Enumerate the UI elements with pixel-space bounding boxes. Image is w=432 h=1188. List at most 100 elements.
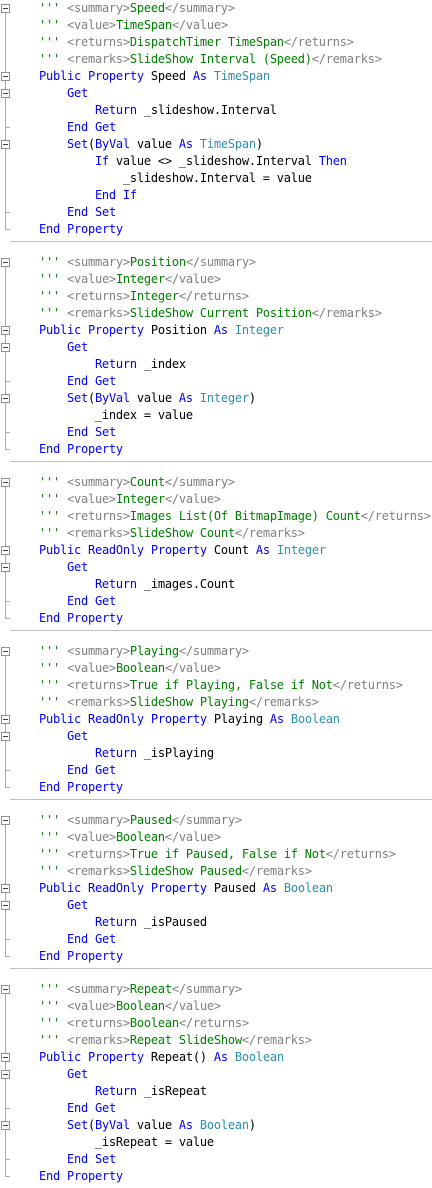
code-line[interactable]: _slideshow.Interval = value xyxy=(0,170,432,187)
doc-comment-line[interactable]: ''' <summary>Paused</summary> xyxy=(0,812,432,829)
doc-comment-line[interactable]: ''' <value>Boolean</value> xyxy=(0,829,432,846)
doc-comment-line[interactable]: ''' <remarks>SlideShow Current Position<… xyxy=(0,305,432,322)
code-text: End Property xyxy=(38,1169,123,1183)
doc-comment-text: ''' <returns>Integer</returns> xyxy=(38,289,249,303)
code-line[interactable]: End Property xyxy=(0,221,432,238)
doc-comment-line[interactable]: ''' <value>Boolean</value> xyxy=(0,998,432,1015)
code-line[interactable]: Return _isPlaying xyxy=(0,745,432,762)
code-line[interactable]: Set(ByVal value As Integer) xyxy=(0,390,432,407)
collapse-toggle-icon[interactable] xyxy=(1,258,10,267)
code-line[interactable]: _index = value xyxy=(0,407,432,424)
collapse-toggle-icon[interactable] xyxy=(1,394,10,403)
code-line[interactable]: Set(ByVal value As Boolean) xyxy=(0,1117,432,1134)
code-line[interactable]: Get xyxy=(0,559,432,576)
doc-comment-text: ''' <remarks>SlideShow Paused</remarks> xyxy=(38,864,312,878)
code-line[interactable]: Get xyxy=(0,897,432,914)
code-line[interactable]: Public Property Repeat() As Boolean xyxy=(0,1049,432,1066)
code-line[interactable]: If value <> _slideshow.Interval Then xyxy=(0,153,432,170)
code-line[interactable]: End Get xyxy=(0,762,432,779)
collapse-toggle-icon[interactable] xyxy=(1,563,10,572)
doc-comment-line[interactable]: ''' <remarks>SlideShow Count</remarks> xyxy=(0,525,432,542)
collapse-toggle-icon[interactable] xyxy=(1,1121,10,1130)
collapse-toggle-icon[interactable] xyxy=(1,884,10,893)
code-line[interactable]: End Set xyxy=(0,204,432,221)
doc-comment-line[interactable]: ''' <value>Integer</value> xyxy=(0,491,432,508)
doc-comment-line[interactable]: ''' <returns>True if Playing, False if N… xyxy=(0,677,432,694)
collapse-toggle-icon[interactable] xyxy=(1,732,10,741)
doc-comment-line[interactable]: ''' <returns>DispatchTimer TimeSpan</ret… xyxy=(0,34,432,51)
code-line[interactable]: Get xyxy=(0,85,432,102)
code-line[interactable]: End Get xyxy=(0,119,432,136)
code-line[interactable]: Return _images.Count xyxy=(0,576,432,593)
code-line[interactable]: Public Property Position As Integer xyxy=(0,322,432,339)
code-text: Public ReadOnly Property Playing As Bool… xyxy=(38,712,340,726)
code-line[interactable]: Get xyxy=(0,339,432,356)
code-line[interactable]: Public Property Speed As TimeSpan xyxy=(0,68,432,85)
code-editor[interactable]: ''' <summary>Speed</summary> ''' <value>… xyxy=(0,0,432,1188)
code-line[interactable]: End Get xyxy=(0,931,432,948)
code-line[interactable]: Public ReadOnly Property Paused As Boole… xyxy=(0,880,432,897)
doc-comment-text: ''' <returns>DispatchTimer TimeSpan</ret… xyxy=(38,35,354,49)
doc-comment-line[interactable]: ''' <remarks>SlideShow Paused</remarks> xyxy=(0,863,432,880)
doc-comment-line[interactable]: ''' <remarks>Repeat SlideShow</remarks> xyxy=(0,1032,432,1049)
collapse-toggle-icon[interactable] xyxy=(1,647,10,656)
collapse-toggle-icon[interactable] xyxy=(1,546,10,555)
collapse-toggle-icon[interactable] xyxy=(1,985,10,994)
code-line[interactable]: End Property xyxy=(0,610,432,627)
doc-comment-line[interactable]: ''' <returns>Images List(Of BitmapImage)… xyxy=(0,508,432,525)
code-line[interactable]: _isRepeat = value xyxy=(0,1134,432,1151)
doc-comment-line[interactable]: ''' <summary>Speed</summary> xyxy=(0,0,432,17)
collapse-toggle-icon[interactable] xyxy=(1,478,10,487)
code-text: End Property xyxy=(38,222,123,236)
collapse-toggle-icon[interactable] xyxy=(1,715,10,724)
doc-comment-line[interactable]: ''' <value>TimeSpan</value> xyxy=(0,17,432,34)
code-line[interactable]: End Set xyxy=(0,424,432,441)
collapse-toggle-icon[interactable] xyxy=(1,4,10,13)
doc-comment-line[interactable]: ''' <value>Boolean</value> xyxy=(0,660,432,677)
code-line[interactable]: End Get xyxy=(0,373,432,390)
doc-comment-line[interactable]: ''' <summary>Repeat</summary> xyxy=(0,981,432,998)
doc-comment-text: ''' <value>Integer</value> xyxy=(38,272,221,286)
code-text: Get xyxy=(66,729,88,743)
collapse-toggle-icon[interactable] xyxy=(1,72,10,81)
doc-comment-line[interactable]: ''' <returns>True if Paused, False if No… xyxy=(0,846,432,863)
doc-comment-line[interactable]: ''' <returns>Integer</returns> xyxy=(0,288,432,305)
code-line[interactable]: Return _index xyxy=(0,356,432,373)
code-line[interactable]: Public ReadOnly Property Playing As Bool… xyxy=(0,711,432,728)
code-line[interactable]: Return _slideshow.Interval xyxy=(0,102,432,119)
code-line[interactable]: End Get xyxy=(0,593,432,610)
doc-comment-line[interactable]: ''' <summary>Position</summary> xyxy=(0,254,432,271)
doc-comment-line[interactable]: ''' <returns>Boolean</returns> xyxy=(0,1015,432,1032)
doc-comment-line[interactable]: ''' <value>Integer</value> xyxy=(0,271,432,288)
collapse-toggle-icon[interactable] xyxy=(1,1070,10,1079)
code-line[interactable]: Set(ByVal value As TimeSpan) xyxy=(0,136,432,153)
doc-comment-text: ''' <summary>Count</summary> xyxy=(38,475,235,489)
code-line[interactable]: End Property xyxy=(0,441,432,458)
code-line[interactable]: Get xyxy=(0,728,432,745)
doc-comment-line[interactable]: ''' <summary>Count</summary> xyxy=(0,474,432,491)
method-separator xyxy=(10,968,432,969)
collapse-toggle-icon[interactable] xyxy=(1,89,10,98)
code-line[interactable]: End If xyxy=(0,187,432,204)
code-line[interactable]: Public ReadOnly Property Count As Intege… xyxy=(0,542,432,559)
doc-comment-line[interactable]: ''' <remarks>SlideShow Interval (Speed)<… xyxy=(0,51,432,68)
collapse-toggle-icon[interactable] xyxy=(1,343,10,352)
collapse-toggle-icon[interactable] xyxy=(1,140,10,149)
collapse-toggle-icon[interactable] xyxy=(1,901,10,910)
doc-comment-text: ''' <value>Boolean</value> xyxy=(38,661,221,675)
code-line[interactable]: Get xyxy=(0,1066,432,1083)
collapse-toggle-icon[interactable] xyxy=(1,326,10,335)
code-line[interactable]: End Property xyxy=(0,779,432,796)
code-line[interactable]: Return _isPaused xyxy=(0,914,432,931)
code-line[interactable]: End Get xyxy=(0,1100,432,1117)
doc-comment-line[interactable]: ''' <summary>Playing</summary> xyxy=(0,643,432,660)
code-line[interactable]: End Property xyxy=(0,948,432,965)
code-line[interactable]: Return _isRepeat xyxy=(0,1083,432,1100)
code-line[interactable]: End Property xyxy=(0,1168,432,1185)
collapse-toggle-icon[interactable] xyxy=(1,1053,10,1062)
code-text: End Set xyxy=(66,205,116,219)
code-line[interactable]: End Set xyxy=(0,1151,432,1168)
doc-comment-line[interactable]: ''' <remarks>SlideShow Playing</remarks> xyxy=(0,694,432,711)
collapse-toggle-icon[interactable] xyxy=(1,816,10,825)
fold-end-marker xyxy=(5,229,10,230)
